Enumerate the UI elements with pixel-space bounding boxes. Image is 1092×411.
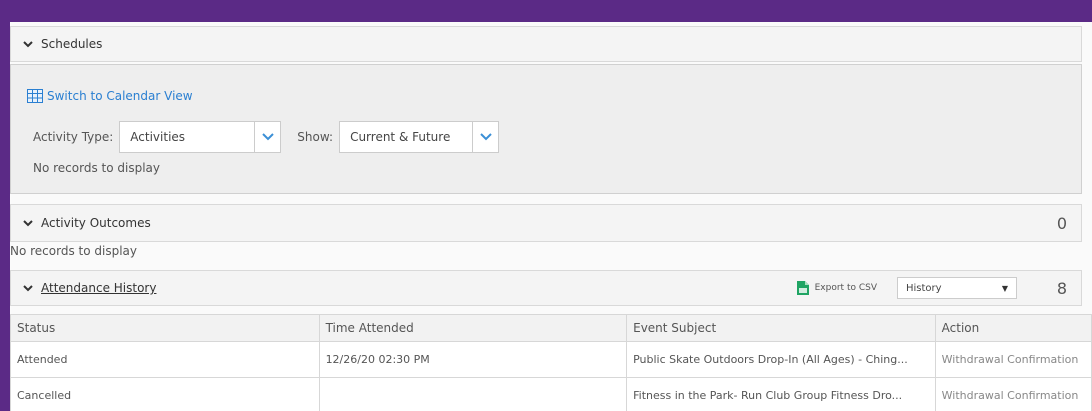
chevron-down-icon (479, 133, 492, 141)
action-cell[interactable]: Withdrawal Confirmation (934, 377, 1092, 411)
chevron-down-icon (262, 133, 274, 141)
outcomes-count: 0 (1056, 213, 1067, 233)
status-cell: Attended (10, 341, 320, 378)
action-cell[interactable]: Withdrawal Confirmation (934, 341, 1092, 378)
calendar-grid-icon (27, 89, 43, 103)
caret-down-icon: ▼ (1001, 283, 1008, 293)
outcomes-no-records: No records to display (10, 244, 138, 258)
table-row[interactable]: Attended 12/26/20 02:30 PM Public Skate … (10, 341, 1092, 378)
switch-calendar-link[interactable]: Switch to Calendar View (27, 89, 193, 103)
content-frame: Schedules Switch to Calendar View Activi… (10, 22, 1092, 411)
event-subject-cell: Public Skate Outdoors Drop-In (All Ages)… (626, 341, 936, 378)
export-csv-label[interactable]: Export to CSV (815, 283, 877, 293)
activity-type-value[interactable]: Activities (120, 122, 254, 152)
outcomes-header[interactable]: Activity Outcomes 0 (10, 204, 1082, 242)
chevron-down-icon[interactable] (23, 218, 33, 228)
schedules-title: Schedules (41, 37, 103, 51)
column-header-status[interactable]: Status (10, 314, 320, 342)
attendance-header[interactable]: Attendance History Export to CSV History… (10, 270, 1082, 306)
activity-type-dropdown-button[interactable] (254, 122, 280, 152)
table-header-row: Status Time Attended Event Subject Actio… (10, 314, 1092, 342)
attendance-count: 8 (1056, 278, 1067, 298)
show-select[interactable]: Current & Future (339, 121, 500, 153)
event-subject-cell: Fitness in the Park- Run Club Group Fitn… (626, 377, 936, 411)
show-label: Show: (297, 130, 334, 144)
attendance-table: Status Time Attended Event Subject Actio… (10, 314, 1092, 411)
schedules-no-records: No records to display (33, 161, 161, 175)
activity-type-select[interactable]: Activities (119, 121, 282, 153)
column-header-time-attended[interactable]: Time Attended (318, 314, 628, 342)
history-select[interactable]: History ▼ (897, 277, 1017, 299)
filter-row: Activity Type: Activities Show: Current … (33, 121, 509, 153)
export-csv-button[interactable]: Export to CSV (796, 281, 877, 295)
attendance-title[interactable]: Attendance History (41, 281, 156, 295)
excel-file-icon (796, 281, 809, 295)
show-dropdown-button[interactable] (472, 122, 498, 152)
status-cell: Cancelled (10, 377, 320, 411)
chevron-down-icon[interactable] (23, 283, 33, 293)
time-attended-cell (318, 377, 628, 411)
activity-type-label: Activity Type: (33, 130, 114, 144)
column-header-action[interactable]: Action (934, 314, 1092, 342)
time-attended-cell: 12/26/20 02:30 PM (318, 341, 628, 378)
column-header-event-subject[interactable]: Event Subject (626, 314, 936, 342)
history-select-value[interactable]: History (906, 283, 942, 294)
schedules-body: Switch to Calendar View Activity Type: A… (10, 64, 1082, 194)
show-value[interactable]: Current & Future (340, 122, 472, 152)
outcomes-title: Activity Outcomes (41, 216, 151, 230)
chevron-down-icon[interactable] (23, 39, 33, 49)
switch-calendar-label[interactable]: Switch to Calendar View (47, 89, 193, 103)
schedules-header[interactable]: Schedules (10, 26, 1082, 62)
table-row[interactable]: Cancelled Fitness in the Park- Run Club … (10, 377, 1092, 411)
